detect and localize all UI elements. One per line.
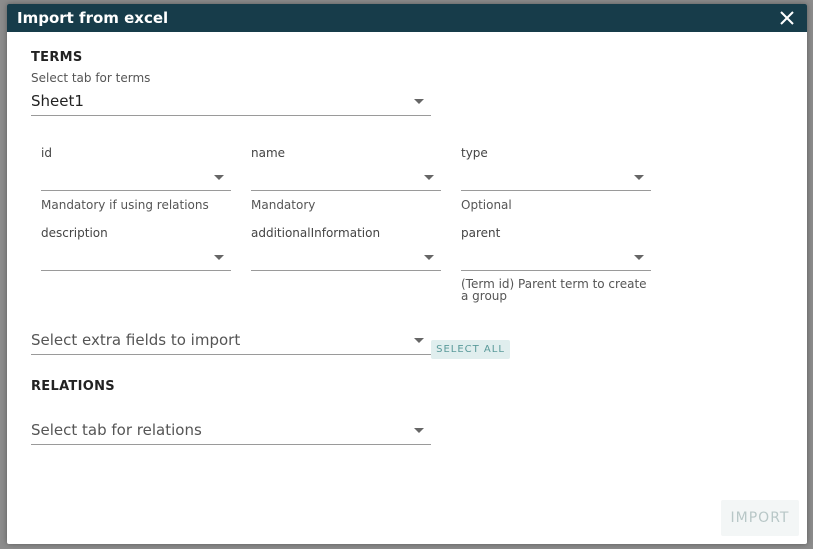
field-select-parent[interactable]	[461, 244, 651, 271]
select-all-button[interactable]: SELECT ALL	[431, 340, 510, 359]
field-label-name: name	[251, 146, 286, 160]
relations-tab-placeholder: Select tab for relations	[31, 421, 202, 439]
dialog-titlebar: Import from excel	[7, 4, 807, 32]
field-label-description: description	[41, 226, 108, 240]
chevron-down-icon	[424, 175, 434, 180]
field-select-name[interactable]	[251, 164, 441, 191]
import-dialog: Import from excel TERMS Select tab for t…	[7, 4, 807, 544]
field-label-type: type	[461, 146, 488, 160]
chevron-down-icon	[634, 255, 644, 260]
field-label-parent: parent	[461, 226, 501, 240]
chevron-down-icon	[414, 99, 424, 104]
chevron-down-icon	[414, 428, 424, 433]
relations-heading: RELATIONS	[31, 379, 115, 394]
terms-tab-label: Select tab for terms	[31, 71, 151, 85]
chevron-down-icon	[424, 255, 434, 260]
chevron-down-icon	[634, 175, 644, 180]
field-select-description[interactable]	[41, 244, 231, 271]
terms-tab-select[interactable]: Sheet1	[31, 89, 431, 116]
field-helper-name: Mandatory	[251, 198, 316, 212]
field-select-type[interactable]	[461, 164, 651, 191]
import-button[interactable]: IMPORT	[721, 500, 799, 536]
field-helper-id: Mandatory if using relations	[41, 198, 209, 212]
chevron-down-icon	[414, 338, 424, 343]
field-label-additional-information: additionalInformation	[251, 226, 381, 240]
chevron-down-icon	[214, 255, 224, 260]
field-select-additional-information[interactable]	[251, 244, 441, 271]
field-select-id[interactable]	[41, 164, 231, 191]
extra-fields-placeholder: Select extra fields to import	[31, 331, 241, 349]
chevron-down-icon	[214, 175, 224, 180]
field-label-id: id	[41, 146, 52, 160]
field-helper-type: Optional	[461, 198, 512, 212]
terms-heading: TERMS	[31, 50, 83, 65]
dialog-title: Import from excel	[17, 9, 169, 27]
field-helper-parent: (Term id) Parent term to create a group	[461, 277, 647, 303]
extra-fields-select[interactable]: Select extra fields to import	[31, 328, 431, 355]
relations-tab-select[interactable]: Select tab for relations	[31, 418, 431, 445]
close-icon[interactable]	[779, 10, 795, 26]
terms-tab-value: Sheet1	[31, 92, 84, 110]
